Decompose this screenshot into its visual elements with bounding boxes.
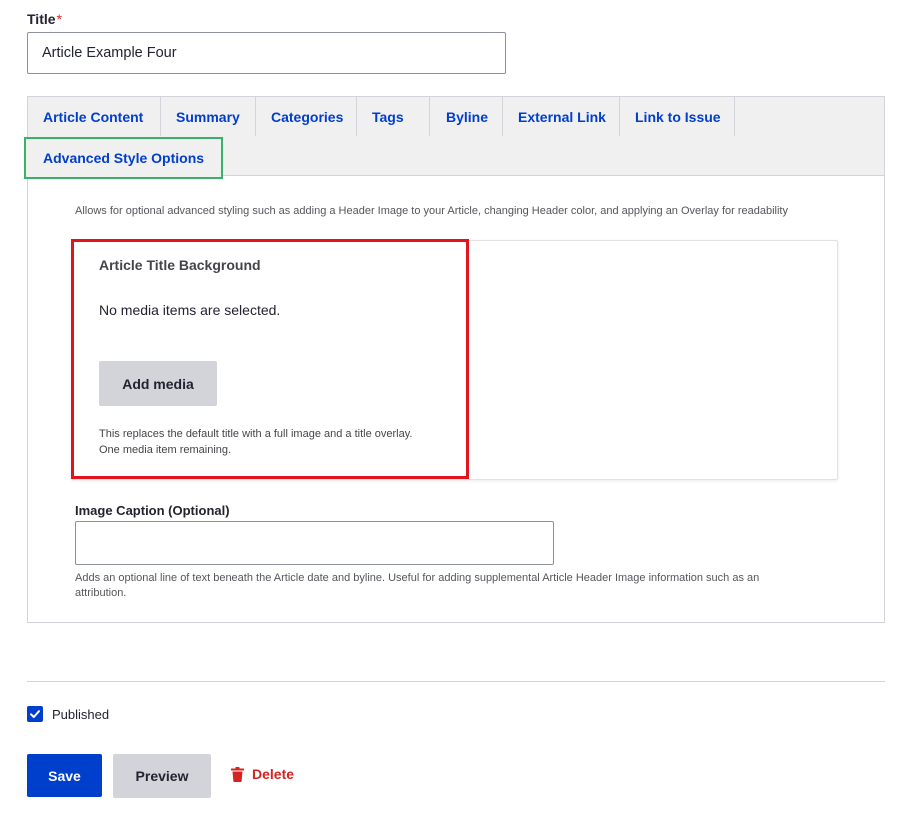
title-label-text: Title bbox=[27, 11, 56, 27]
form-divider bbox=[27, 681, 885, 682]
tab-link-to-issue[interactable]: Link to Issue bbox=[620, 97, 735, 136]
media-widget-title: Article Title Background bbox=[99, 257, 261, 273]
tab-label: Summary bbox=[176, 108, 240, 125]
delete-button[interactable]: Delete bbox=[231, 766, 294, 782]
trash-icon bbox=[231, 766, 244, 782]
media-help-line-2: One media item remaining. bbox=[99, 444, 232, 456]
media-empty-message: No media items are selected. bbox=[99, 302, 281, 318]
tab-tags[interactable]: Tags bbox=[357, 97, 430, 136]
caption-label: Image Caption (Optional) bbox=[75, 503, 230, 518]
media-help-line-1: This replaces the default title with a f… bbox=[99, 428, 413, 440]
title-label: Title* bbox=[27, 11, 62, 27]
section-description: Allows for optional advanced styling suc… bbox=[75, 205, 788, 217]
media-help-text: This replaces the default title with a f… bbox=[99, 426, 412, 458]
add-media-button[interactable]: Add media bbox=[99, 361, 217, 406]
checkmark-icon bbox=[30, 710, 40, 718]
tab-label: Tags bbox=[372, 108, 404, 125]
media-widget-card: Article Title Background No media items … bbox=[71, 240, 838, 480]
save-button[interactable]: Save bbox=[27, 754, 102, 797]
tab-byline[interactable]: Byline bbox=[430, 97, 503, 136]
tabs-container: Article Content Summary Categories Tags … bbox=[24, 96, 885, 623]
tab-article-content[interactable]: Article Content bbox=[28, 97, 161, 136]
required-mark: * bbox=[56, 11, 62, 27]
tabs-bar: Article Content Summary Categories Tags … bbox=[24, 97, 884, 179]
tab-label: Article Content bbox=[43, 108, 144, 125]
tab-label: External Link bbox=[518, 108, 606, 125]
tab-advanced-style-options[interactable]: Advanced Style Options bbox=[24, 137, 223, 179]
tab-categories[interactable]: Categories bbox=[256, 97, 357, 136]
tab-label: Byline bbox=[446, 108, 489, 125]
tab-label: Categories bbox=[271, 108, 344, 125]
tab-external-link[interactable]: External Link bbox=[503, 97, 620, 136]
tab-label: Link to Issue bbox=[635, 108, 721, 125]
preview-button[interactable]: Preview bbox=[113, 754, 211, 798]
caption-input[interactable] bbox=[75, 521, 554, 565]
tab-summary[interactable]: Summary bbox=[161, 97, 256, 136]
published-label[interactable]: Published bbox=[52, 707, 109, 722]
title-input[interactable] bbox=[27, 32, 506, 74]
tab-label: Advanced Style Options bbox=[43, 150, 205, 166]
published-checkbox[interactable] bbox=[27, 706, 43, 722]
delete-label: Delete bbox=[252, 766, 295, 782]
caption-help-text: Adds an optional line of text beneath th… bbox=[75, 572, 760, 599]
